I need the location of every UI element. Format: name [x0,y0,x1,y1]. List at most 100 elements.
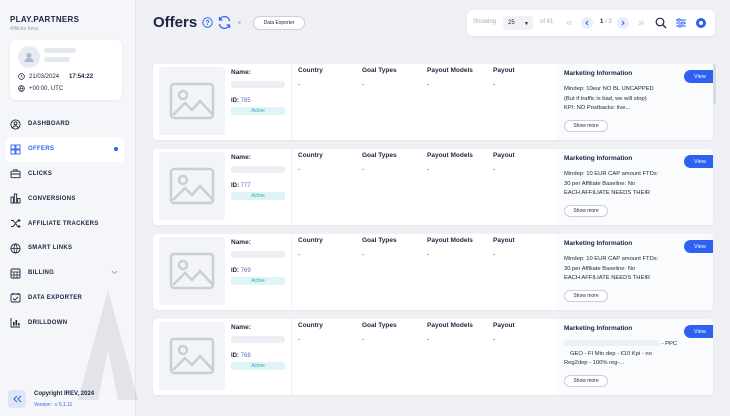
sidebar-item-smart-links[interactable]: SMART LINKS [6,236,124,261]
drilldown-icon [10,317,21,328]
payout-value: - [493,82,495,88]
scrollbar[interactable] [713,64,716,104]
offer-id: ID: 785 [231,98,251,104]
user-avatar-icon [24,53,34,62]
payout-models-header: Payout Models [427,67,473,74]
marketing-line: Mindep: 10eur NO BL UNCAPPED [564,86,654,92]
chevron-down-icon [111,270,118,274]
offer-name-redacted [231,336,285,343]
image-placeholder-icon [169,167,215,205]
current-page: 1 [600,19,604,25]
next-page-button[interactable] [617,17,629,29]
double-chevron-left-icon [12,395,21,403]
user-email-redacted [44,57,70,62]
payout-models-value: - [427,167,429,173]
show-more-button[interactable]: Show more [564,290,608,302]
payout-models-value: - [427,337,429,343]
show-more-button[interactable]: Show more [564,375,608,387]
user-time: 17:54:22 [69,73,94,80]
view-button[interactable]: View [684,70,713,83]
search-icon[interactable] [655,17,667,29]
conversions-icon [10,193,21,204]
offer-id: ID: 769 [231,268,251,274]
marketing-info-header: Marketing Information [564,240,633,247]
caret-down-icon: ▼ [524,21,529,27]
globe-icon [18,85,25,92]
briefcase-icon [10,168,21,179]
refresh-icon[interactable] [217,15,232,30]
user-circle-icon [10,119,21,130]
country-header: Country [298,237,323,244]
sidebar-item-clicks[interactable]: CLICKS [6,162,124,187]
offer-name-redacted [231,81,285,88]
per-page-select[interactable]: 25 ▼ [503,16,533,30]
payout-header: Payout [493,67,515,74]
user-date: 21/03/2024 [29,73,60,80]
sidebar-item-offers[interactable]: OFFERS [6,136,124,162]
offer-thumbnail [159,322,225,390]
separator-dot-icon [238,21,241,24]
user-name-redacted [44,48,76,53]
payout-models-value: - [427,82,429,88]
offer-thumbnail [159,67,225,135]
status-badge: Active [231,192,285,200]
showing-label: Showing [473,19,497,25]
filter-sliders-icon[interactable] [675,17,687,29]
sidebar-item-label: DATA EXPORTER [28,294,83,301]
marketing-info-header: Marketing Information [564,325,633,332]
payout-models-value: - [427,252,429,258]
marketing-info-text: Mindep: 10 EUR CAP amount FTDs: 30 per Af… [564,170,684,199]
name-label: Name: [231,154,251,161]
sidebar-item-conversions[interactable]: CONVERSIONS [6,186,124,211]
copyright-text: Copyright IREV, 2024 [34,391,95,397]
payout-models-header: Payout Models [427,152,473,159]
goal-types-value: - [362,337,364,343]
view-button[interactable]: View [684,325,713,338]
offers-icon [10,144,21,155]
marketing-info-header: Marketing Information [564,155,633,162]
sidebar-item-billing[interactable]: BILLING [6,261,124,286]
sidebar-item-label: SMART LINKS [28,245,73,252]
view-button[interactable]: View [684,240,713,253]
offer-name-redacted [231,166,285,173]
view-button[interactable]: View [684,155,713,168]
user-datetime: 21/03/2024 17:54:22 [18,73,93,80]
divider [291,234,292,310]
sidebar: PLAY.PARTNERS Affiliate Area 21/03/2024 … [0,0,138,416]
offer-name-redacted [231,251,285,258]
country-header: Country [298,152,323,159]
collapse-sidebar-button[interactable] [8,390,26,408]
sidebar-item-dashboard[interactable]: DASHBOARD [6,112,124,137]
svg-text:?: ? [205,20,209,27]
shuffle-icon [10,218,21,229]
goal-types-value: - [362,167,364,173]
status-badge: Active [231,362,285,370]
name-label: Name: [231,324,251,331]
country-value: - [298,167,300,173]
marketing-line: KPI: NO Postbacks: live... [564,105,631,111]
last-page-button[interactable] [635,17,647,29]
show-more-button[interactable]: Show more [564,120,608,132]
offer-id: ID: 777 [231,183,251,189]
show-more-button[interactable]: Show more [564,205,608,217]
prev-page-button[interactable] [581,17,593,29]
marketing-line: 30 per Affiliate Baseline: No [564,265,636,272]
country-value: - [298,337,300,343]
offer-row: Name: ID: 777 Active Country - Goal Types - Pay… [153,149,713,225]
data-exporter-button[interactable]: Data Exporter [253,16,305,30]
marketing-line: GEO - FI Min dep - €10 Kpi - no [570,350,652,357]
chevron-left-icon [585,20,589,26]
first-page-button[interactable] [563,17,575,29]
help-icon[interactable]: ? [202,17,213,28]
offer-row: Name: ID: 768 Active Country - Goal Types - Pay… [153,319,713,395]
gear-icon[interactable] [695,17,707,29]
goal-types-header: Goal Types [362,152,397,159]
image-placeholder-icon [169,337,215,375]
goal-types-header: Goal Types [362,322,397,329]
pagination-toolbar: Showing 25 ▼ of 61 1 / 3 [467,10,715,36]
double-chevron-left-icon [566,20,572,26]
sidebar-item-label: CONVERSIONS [28,195,76,202]
page-indicator: 1 / 3 [600,19,612,25]
redacted-text [564,340,660,347]
sidebar-item-affiliate-trackers[interactable]: AFFILIATE TRACKERS [6,211,124,236]
